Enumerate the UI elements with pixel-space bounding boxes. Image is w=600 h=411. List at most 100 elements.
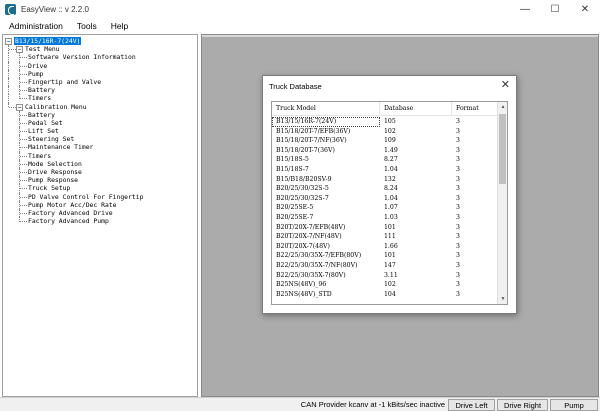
column-header-database[interactable]: Database	[380, 102, 452, 116]
cell-format: 3	[456, 118, 460, 125]
tree-item-calibration[interactable]: Truck Setup	[3, 184, 197, 193]
list-scrollbar[interactable]: ▲ ▼	[497, 102, 507, 304]
cell-format: 3	[456, 271, 460, 279]
tree-item-calibration[interactable]: Timers	[3, 151, 197, 160]
table-row[interactable]: B25NS(48V)_STD 104 3	[272, 290, 498, 300]
close-button[interactable]: ✕	[570, 0, 600, 18]
table-row[interactable]: B22/25/30/35X-7/EFB(80V) 101 3	[272, 251, 498, 261]
table-row[interactable]: B20T/20X-7/NF(48V) 111 3	[272, 232, 498, 242]
tree-item-calibration[interactable]: PD Valve Control For Fingertip	[3, 192, 197, 201]
cell-truck-model: B15/18S-5	[276, 156, 309, 164]
maximize-button[interactable]: ☐	[540, 0, 570, 18]
dialog-title: Truck Database	[269, 82, 322, 91]
tree-item-label: Battery	[28, 86, 55, 95]
tree-connector	[20, 114, 27, 116]
tree-item-calibration[interactable]: Lift Set	[3, 127, 197, 136]
tree-connector	[9, 49, 16, 51]
table-row[interactable]: B13/15/16R-7(24V) 105 3	[272, 117, 498, 127]
drive-right-status[interactable]: Drive Right	[497, 399, 548, 411]
column-header-format[interactable]: Format	[452, 102, 498, 116]
scroll-thumb[interactable]	[499, 114, 506, 184]
cell-format: 3	[456, 175, 460, 183]
tree-item-calibration[interactable]: Mode Selection	[3, 159, 197, 168]
tree-item-calibration[interactable]: Pump Motor Acc/Dec Rate	[3, 200, 197, 209]
cell-format: 3	[456, 194, 460, 202]
collapse-icon[interactable]: −	[5, 38, 12, 45]
navigation-tree[interactable]: − B13/15/16R-7(24V) − Test Menu Software Ver…	[2, 34, 198, 397]
table-row[interactable]: B15/18/20T-7/EFB(36V) 102 3	[272, 127, 498, 137]
tree-item-calibration[interactable]: Maintenance Timer	[3, 143, 197, 152]
column-header-truck-model[interactable]: Truck Model	[272, 102, 380, 116]
tree-item-test[interactable]: Battery	[3, 86, 197, 95]
collapse-icon[interactable]: −	[16, 46, 23, 54]
tree-connector	[20, 98, 27, 100]
tree-item-calibration[interactable]: Pedal Set	[3, 118, 197, 128]
cell-truck-model: B20/25SE-5	[276, 204, 314, 212]
cell-database: 111	[384, 233, 396, 241]
tree-item-label: Timers	[28, 151, 52, 160]
table-row[interactable]: B25NS(48V)_96 102 3	[272, 280, 498, 290]
cell-database: 1.49	[384, 146, 398, 154]
tree-connector	[20, 221, 27, 223]
table-row[interactable]: B15/18S-5 8.27 3	[272, 155, 498, 165]
table-row[interactable]: B15/18/20T-7/NF(36V) 109 3	[272, 136, 498, 146]
tree-item-calibration[interactable]: Factory Advanced Drive	[3, 208, 197, 218]
tree-item-calibration[interactable]: Steering Set	[3, 135, 197, 144]
tree-item-calibration[interactable]: Pump Response	[3, 176, 197, 185]
table-row[interactable]: B20/25/30/32S-7 1.04 3	[272, 194, 498, 204]
tree-connector	[20, 180, 27, 182]
cell-truck-model: B22/25/30/35X-7/NF(80V)	[276, 262, 358, 269]
table-row[interactable]: B20T/20X-7(48V) 1.66 3	[272, 242, 498, 252]
cell-database: 104	[384, 290, 396, 298]
truck-list[interactable]: Truck Model Database Format B13/15/16R-7…	[271, 101, 508, 305]
tree-test-menu[interactable]: − Test Menu	[3, 45, 197, 54]
cell-database: 132	[384, 175, 396, 183]
tree-item-label: B13/15/16R-7(24V)	[14, 37, 82, 46]
table-row[interactable]: B22/25/30/35X-7/NF(80V) 147 3	[272, 261, 498, 271]
menu-tools[interactable]: Tools	[70, 21, 104, 31]
tree-item-test[interactable]: Pump	[3, 69, 197, 78]
dialog-close-icon[interactable]: ✕	[501, 78, 510, 91]
menu-administration[interactable]: Administration	[0, 21, 70, 31]
table-row[interactable]: B15/18S-7 1.04 3	[272, 165, 498, 175]
cell-database: 1.07	[384, 204, 398, 212]
tree-item-label: Factory Advanced Pump	[28, 217, 109, 226]
minimize-button[interactable]: —	[510, 0, 540, 18]
cell-format: 3	[456, 290, 460, 298]
tree-item-label: Drive	[28, 61, 48, 70]
cell-truck-model: B20T/20X-7(48V)	[276, 242, 330, 250]
tree-calibration-menu[interactable]: − Calibration Menu	[3, 102, 197, 111]
tree-item-calibration[interactable]: Drive Response	[3, 168, 197, 177]
scroll-up-icon[interactable]: ▲	[498, 102, 507, 112]
tree-connector	[20, 172, 27, 173]
truck-database-dialog: Truck Database ✕ Truck Model Database Fo…	[262, 75, 517, 314]
tree-item-test[interactable]: Timers	[3, 94, 197, 103]
table-row[interactable]: B15/18/20T-7(36V) 1.49 3	[272, 146, 498, 156]
tree-item-test[interactable]: Fingertip and Valve	[3, 77, 197, 87]
tree-item-calibration[interactable]: Factory Advanced Pump	[3, 217, 197, 225]
tree-item-test[interactable]: Software Version Information	[3, 53, 197, 62]
table-row[interactable]: B22/25/30/35X-7(80V) 3.11 3	[272, 271, 498, 281]
table-row[interactable]: B15/B18/B20SV-9 132 3	[272, 175, 498, 185]
cell-format: 3	[456, 252, 460, 260]
scroll-down-icon[interactable]: ▼	[498, 294, 507, 304]
tree-item-label: Steering Set	[28, 135, 75, 144]
tree-item-calibration[interactable]: Battery	[3, 110, 197, 119]
table-row[interactable]: B20/25/30/32S-5 8.24 3	[272, 184, 498, 194]
tree-connector	[20, 90, 27, 92]
tree-root[interactable]: − B13/15/16R-7(24V)	[3, 37, 197, 46]
tree-item-label: Lift Set	[28, 127, 59, 136]
cell-truck-model: B20T/20X-7/EFB(48V)	[276, 223, 346, 231]
table-row[interactable]: B20/25SE-5 1.07 3	[272, 203, 498, 213]
menu-help[interactable]: Help	[104, 21, 135, 31]
cell-format: 3	[456, 185, 460, 193]
table-row[interactable]: B20T/20X-7/EFB(48V) 101 3	[272, 223, 498, 233]
table-row[interactable]: B20/25SE-7 1.03 3	[272, 213, 498, 223]
menu-bar: Administration Tools Help	[0, 18, 600, 33]
collapse-icon[interactable]: −	[16, 103, 23, 111]
tree-item-test[interactable]: Drive	[3, 61, 197, 70]
pump-status[interactable]: Pump	[550, 399, 598, 411]
status-bar: CAN Provider kcanv at -1 kBits/sec inact…	[0, 397, 600, 411]
tree-connector	[20, 147, 27, 149]
drive-left-status[interactable]: Drive Left	[448, 399, 495, 411]
